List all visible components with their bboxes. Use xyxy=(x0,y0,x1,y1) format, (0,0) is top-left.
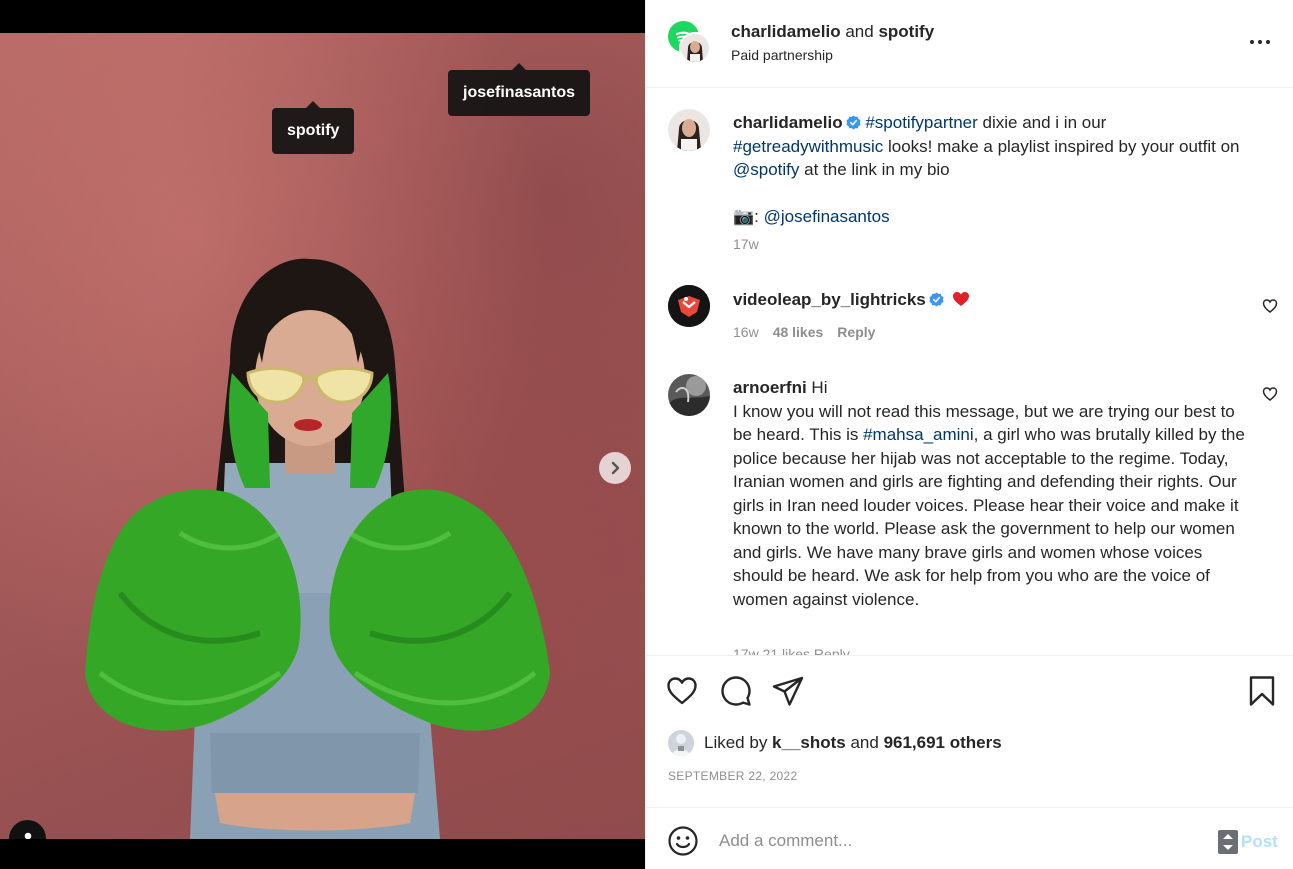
like-comment-heart-icon[interactable] xyxy=(1262,386,1278,402)
caption-author-avatar[interactable] xyxy=(668,109,710,151)
post-actions-bar xyxy=(646,657,1293,727)
caption-text: at the link in my bio xyxy=(799,160,950,179)
camera-emoji-icon: 📷 xyxy=(733,207,755,226)
hashtag-link[interactable]: #getreadywithmusic xyxy=(733,137,883,156)
header-account-names: charlidamelio and spotify xyxy=(731,22,934,42)
likes-others-link[interactable]: 961,691 others xyxy=(884,733,1002,752)
more-horizontal-icon xyxy=(1250,40,1254,44)
owner-username-link[interactable]: charlidamelio xyxy=(731,22,841,41)
comment-meta-partial: 17w 21 likes Reply xyxy=(733,646,850,656)
comment-body: arnoerfni Hi I know you will not read th… xyxy=(733,376,1253,611)
save-bookmark-icon[interactable] xyxy=(1245,674,1279,708)
post-caption: charlidamelio #spotifypartner dixie and … xyxy=(733,111,1253,229)
next-slide-button[interactable] xyxy=(599,452,631,484)
verified-badge-icon xyxy=(929,292,944,307)
more-options-button[interactable] xyxy=(1246,30,1274,54)
verified-badge-icon xyxy=(846,115,861,130)
post-side-panel: charlidamelio and spotify Paid partnersh… xyxy=(645,0,1293,869)
profile-photo-icon xyxy=(681,34,709,62)
comment-likes-count[interactable]: 48 likes xyxy=(773,324,824,340)
header-avatar-stack[interactable] xyxy=(668,21,714,67)
header-conjunction: and xyxy=(845,22,874,41)
liker-avatar[interactable] xyxy=(668,730,694,756)
post-header: charlidamelio and spotify Paid partnersh… xyxy=(646,0,1293,88)
comment-text: Hi xyxy=(806,378,828,397)
chevron-right-icon xyxy=(611,461,620,475)
hashtag-link[interactable]: #spotifypartner xyxy=(865,113,977,132)
post-date[interactable]: SEPTEMBER 22, 2022 xyxy=(668,769,797,783)
comment-username[interactable]: arnoerfni xyxy=(733,378,807,397)
caption-meta: 17w xyxy=(733,236,759,252)
videoleap-logo-icon xyxy=(668,285,710,327)
profile-photo-icon xyxy=(668,374,710,416)
profile-photo-icon xyxy=(668,109,710,151)
partner-username-link[interactable]: spotify xyxy=(878,22,934,41)
comment-username[interactable]: videoleap_by_lightricks xyxy=(733,290,926,309)
comment-timestamp[interactable]: 16w xyxy=(733,324,759,340)
post-photo[interactable]: spotify josefinasantos xyxy=(0,33,645,839)
commenter-avatar[interactable] xyxy=(668,285,710,327)
post-comment-button[interactable]: Post xyxy=(1218,830,1278,854)
comment-text: , a girl who was brutally killed by the … xyxy=(733,425,1245,609)
reply-button[interactable]: Reply xyxy=(837,324,875,340)
likes-text: Liked by k__shots and 961,691 others xyxy=(704,733,1002,752)
share-paper-plane-icon[interactable] xyxy=(771,674,805,708)
caption-timestamp[interactable]: 17w xyxy=(733,236,759,252)
post-media: spotify josefinasantos xyxy=(0,0,645,869)
like-comment-heart-icon[interactable] xyxy=(1262,298,1278,314)
caption-text: dixie and i in our xyxy=(977,113,1107,132)
photo-tag-spotify[interactable]: spotify xyxy=(272,101,355,154)
mention-link[interactable]: @spotify xyxy=(733,160,799,179)
hashtag-link[interactable]: #mahsa_amini xyxy=(863,425,974,444)
liker-username-link[interactable]: k__shots xyxy=(772,733,846,752)
mention-link[interactable]: @josefinasantos xyxy=(764,207,890,226)
comment-bubble-icon[interactable] xyxy=(719,674,753,708)
caption-username[interactable]: charlidamelio xyxy=(733,113,843,132)
owner-avatar[interactable] xyxy=(679,32,711,64)
scroll-spinner-icon xyxy=(1218,830,1238,854)
photo-credit: 📷: @josefinasantos xyxy=(733,207,890,226)
photo-tag-josefinasantos[interactable]: josefinasantos xyxy=(448,63,591,116)
comment-body: videoleap_by_lightricks xyxy=(733,288,1253,312)
post-button-label: Post xyxy=(1241,832,1278,851)
red-heart-emoji-icon xyxy=(953,292,970,306)
like-heart-icon[interactable] xyxy=(665,674,699,708)
add-comment-section: Post xyxy=(646,807,1293,869)
profile-photo-icon xyxy=(668,730,694,756)
paid-partnership-label[interactable]: Paid partnership xyxy=(731,47,833,63)
user-icon xyxy=(24,832,31,839)
likes-summary: Liked by k__shots and 961,691 others xyxy=(668,730,1002,756)
caption-text: looks! make a playlist inspired by your … xyxy=(883,136,1240,156)
commenter-avatar[interactable] xyxy=(668,374,710,416)
comment-input[interactable] xyxy=(719,826,1199,856)
emoji-smiley-icon[interactable] xyxy=(667,825,699,857)
comments-list[interactable]: charlidamelio #spotifypartner dixie and … xyxy=(646,89,1293,656)
comment-meta: 16w 48 likes Reply xyxy=(733,324,875,340)
instagram-post-modal: spotify josefinasantos charlidamelio and… xyxy=(0,0,1293,869)
